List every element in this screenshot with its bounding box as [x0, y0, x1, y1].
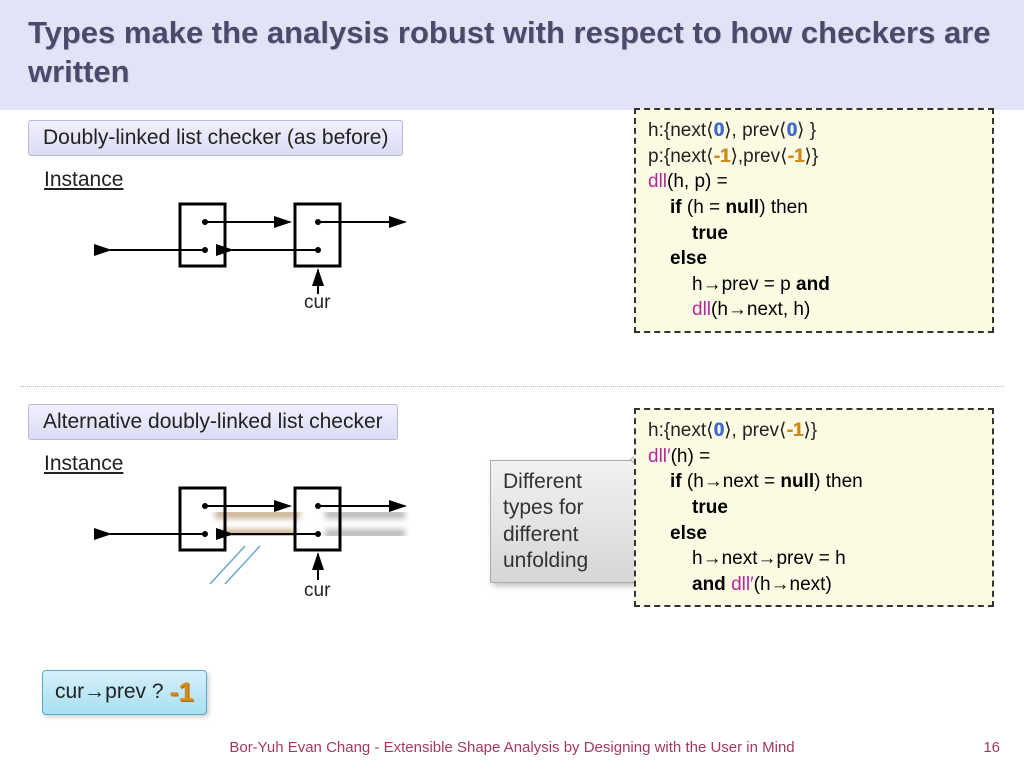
cur1-label: cur — [304, 292, 330, 314]
divider — [20, 386, 1004, 387]
page-number: 16 — [983, 739, 1000, 756]
section1-label: Doubly-linked list checker (as before) — [28, 120, 403, 156]
codebox2: h:{next⟨0⟩, prev⟨-1⟩} dll′(h) = if (h→ne… — [634, 408, 994, 607]
curprev-bubble: cur→prev ?-1 — [42, 670, 207, 715]
callout-different-types: Different types for different unfolding — [490, 460, 635, 583]
if1: if — [670, 197, 682, 218]
section2-label: Alternative doubly-linked list checker — [28, 404, 398, 440]
footer: Bor-Yuh Evan Chang - Extensible Shape An… — [0, 739, 1024, 756]
codebox1: h:{next⟨0⟩, prev⟨0⟩ } p:{next⟨-1⟩,prev⟨-… — [634, 108, 994, 333]
cur2-label: cur — [304, 580, 330, 602]
slide-title: Types make the analysis robust with resp… — [0, 0, 1024, 110]
if2: if — [670, 471, 682, 492]
